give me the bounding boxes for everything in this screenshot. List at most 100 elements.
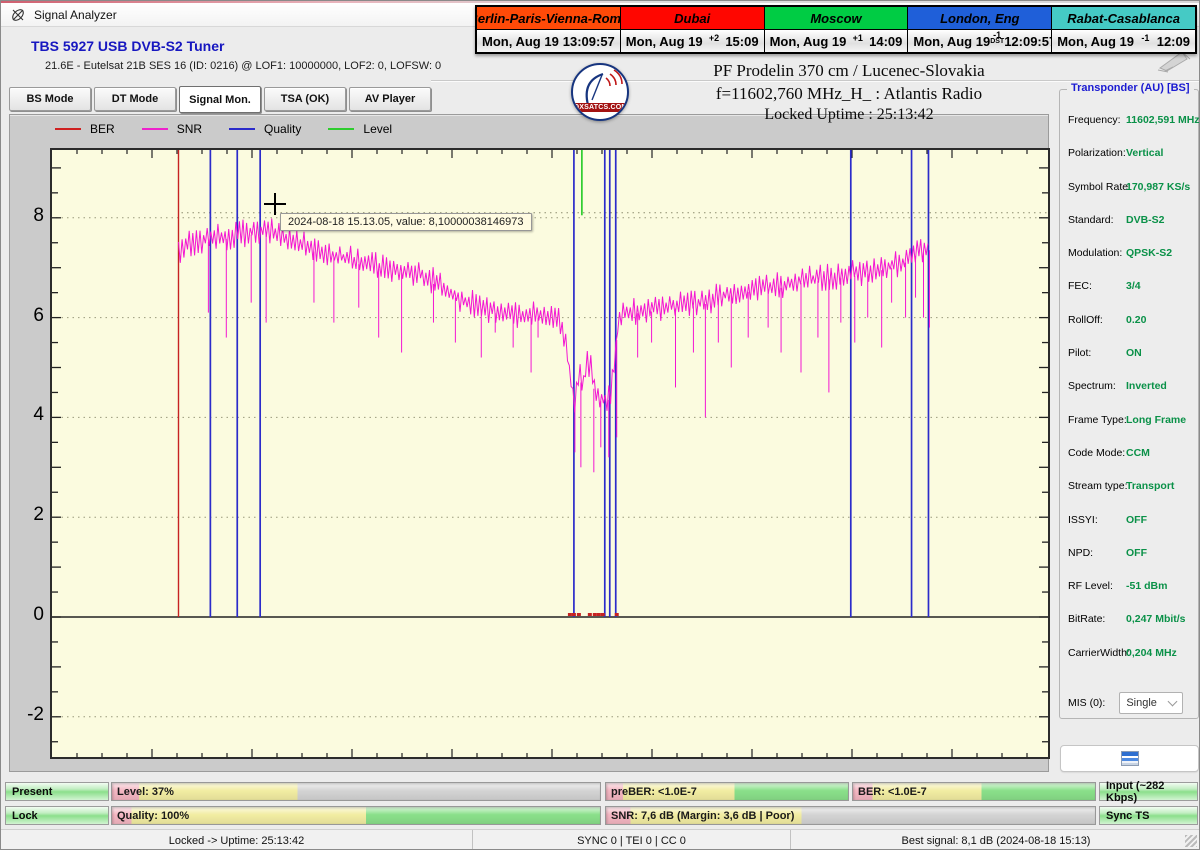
field-label: FEC: — [1068, 280, 1092, 292]
mis-row: MIS (0): Single — [1068, 692, 1194, 714]
field-label: Pilot: — [1068, 347, 1091, 359]
window-title: Signal Analyzer — [34, 8, 117, 22]
transponder-panel: Transponder (AU) [BS] Frequency: 11602,5… — [1059, 89, 1199, 719]
clock-utc-offset: -1DST — [990, 31, 1004, 45]
tuner-details: 21.6E - Eutelsat 21B SES 16 (ID: 0216) @… — [45, 60, 441, 72]
clock-utc-offset: +2 — [709, 34, 719, 42]
clock-time: 15:09 — [725, 34, 758, 49]
clock-date: Mon, Aug 19 — [770, 34, 847, 49]
field-label: Standard: — [1068, 214, 1114, 226]
transponder-field-row: Frequency: 11602,591 MHz — [1068, 114, 1194, 147]
transponder-field-row: NPD: OFF — [1068, 547, 1194, 580]
signal-plot-area[interactable]: 2024-08-18 15.13.05, value: 8,1000003814… — [50, 148, 1050, 759]
field-value: ON — [1126, 347, 1142, 359]
resize-grip[interactable] — [1185, 835, 1197, 847]
legend-item-level: Level — [328, 122, 392, 136]
y-axis-tick-label: 6 — [14, 305, 44, 327]
world-clocks-widget: Berlin-Paris-Vienna-Roma Mon, Aug 19 13:… — [475, 5, 1197, 54]
panel-window-button[interactable] — [1060, 745, 1199, 772]
transponder-field-row: RF Level: -51 dBm — [1068, 580, 1194, 613]
transponder-field-row: Code Mode: CCM — [1068, 447, 1194, 480]
field-value: 0,204 MHz — [1126, 647, 1177, 659]
clock-city-label: Moscow — [765, 7, 908, 30]
field-value: 11602,591 MHz — [1126, 114, 1200, 126]
status-bar: Locked -> Uptime: 25:13:42 SYNC 0 | TEI … — [1, 829, 1200, 850]
transponder-field-row: CarrierWidth: 0,204 MHz — [1068, 647, 1194, 680]
transponder-field-row: Frame Type: Long Frame — [1068, 414, 1194, 447]
y-axis-tick-label: 0 — [14, 604, 44, 626]
antenna-location-line: PF Prodelin 370 cm / Lucenec-Slovakia — [629, 61, 1069, 81]
field-value: -51 dBm — [1126, 580, 1167, 592]
field-value: 3/4 — [1126, 280, 1141, 292]
field-value: QPSK-S2 — [1126, 247, 1172, 259]
field-label: RF Level: — [1068, 580, 1113, 592]
dxsatcs-logo-text: DXSATCS.COM — [574, 103, 626, 112]
cursor-crosshair — [264, 193, 286, 215]
field-value: Transport — [1126, 480, 1174, 492]
tab-signal-mon[interactable]: Signal Mon. — [179, 86, 261, 113]
transponder-field-row: RollOff: 0.20 — [1068, 314, 1194, 347]
field-value: Inverted — [1126, 380, 1167, 392]
clock-city-label: Berlin-Paris-Vienna-Roma — [477, 7, 620, 30]
clock-city-label: London, Eng — [908, 7, 1051, 30]
transponder-field-row: Spectrum: Inverted — [1068, 380, 1194, 413]
tab-dt-mode[interactable]: DT Mode — [94, 87, 176, 111]
snr-meter: SNR: 7,6 dB (Margin: 3,6 dB | Poor) — [605, 806, 1096, 825]
field-label: Stream type: — [1068, 480, 1128, 492]
field-label: Symbol Rate: — [1068, 181, 1131, 193]
field-value: Vertical — [1126, 147, 1163, 159]
input-indicator: Input (~282 Kbps) — [1099, 782, 1198, 801]
field-value: OFF — [1126, 547, 1147, 559]
clock-date: Mon, Aug 19 — [1057, 34, 1134, 49]
clock-dubai: Dubai Mon, Aug 19 +2 15:09 — [621, 7, 765, 52]
transponder-field-row: Pilot: ON — [1068, 347, 1194, 380]
clock-time: 14:09 — [869, 34, 902, 49]
field-label: ISSYI: — [1068, 514, 1098, 526]
field-value: OFF — [1126, 514, 1147, 526]
field-value: DVB-S2 — [1126, 214, 1165, 226]
locked-uptime-line: Locked Uptime : 25:13:42 — [629, 106, 1069, 124]
statusbar-best-signal: Best signal: 8,1 dB (2024-08-18 15:13) — [791, 830, 1200, 850]
clock-utc-offset: +1 — [853, 34, 863, 42]
clock-rabat: Rabat-Casablanca Mon, Aug 19 -1 12:09 — [1052, 7, 1195, 52]
snr-line-swatch — [142, 128, 168, 130]
field-value: CCM — [1126, 447, 1150, 459]
level-line-swatch — [328, 128, 354, 130]
mis-dropdown[interactable]: Single — [1119, 692, 1183, 714]
window-capture-icon — [1121, 751, 1139, 766]
field-value: 170,987 KS/s — [1126, 181, 1190, 193]
clock-city-label: Dubai — [621, 7, 764, 30]
statusbar-sync-counters: SYNC 0 | TEI 0 | CC 0 — [473, 830, 791, 850]
signal-plot-svg — [52, 150, 1048, 757]
clock-moscow: Moscow Mon, Aug 19 +1 14:09 — [765, 7, 909, 52]
field-label: Frequency: — [1068, 114, 1121, 126]
ber-meter: BER: <1.0E-7 — [852, 782, 1096, 801]
clock-utc-offset: -1 — [1141, 34, 1149, 42]
mis-label: MIS (0): — [1068, 697, 1105, 709]
quality-line-swatch — [229, 128, 255, 130]
tab-tsa[interactable]: TSA (OK) — [264, 87, 346, 111]
tab-av-player[interactable]: AV Player — [349, 87, 431, 111]
clock-date: Mon, Aug 19 — [482, 34, 559, 49]
field-label: RollOff: — [1068, 314, 1103, 326]
clock-date: Mon, Aug 19 — [913, 34, 990, 49]
signal-chart-panel: BER SNR Quality Level 86420-2 2024-08-18… — [9, 114, 1049, 772]
mode-tabs: BS Mode DT Mode Signal Mon. TSA (OK) AV … — [9, 87, 431, 113]
clock-time: 12:09:57 — [1004, 34, 1056, 49]
tab-bs-mode[interactable]: BS Mode — [9, 87, 91, 111]
clock-berlin: Berlin-Paris-Vienna-Roma Mon, Aug 19 13:… — [477, 7, 621, 52]
mis-selected-value: Single — [1126, 697, 1157, 709]
tuner-name: TBS 5927 USB DVB-S2 Tuner — [31, 38, 224, 54]
present-indicator: Present — [5, 782, 109, 801]
lock-indicator: Lock — [5, 806, 109, 825]
legend-item-quality: Quality — [229, 122, 301, 136]
clock-london: London, Eng Mon, Aug 19 -1DST 12:09:57 — [908, 7, 1052, 52]
field-value: Long Frame — [1126, 414, 1186, 426]
transponder-field-row: ISSYI: OFF — [1068, 514, 1194, 547]
field-label: Frame Type: — [1068, 414, 1127, 426]
transponder-field-row: Stream type: Transport — [1068, 480, 1194, 513]
transponder-field-row: Standard: DVB-S2 — [1068, 214, 1194, 247]
clock-time: 13:09:57 — [563, 34, 615, 49]
transponder-field-row: Modulation: QPSK-S2 — [1068, 247, 1194, 280]
field-label: BitRate: — [1068, 613, 1105, 625]
